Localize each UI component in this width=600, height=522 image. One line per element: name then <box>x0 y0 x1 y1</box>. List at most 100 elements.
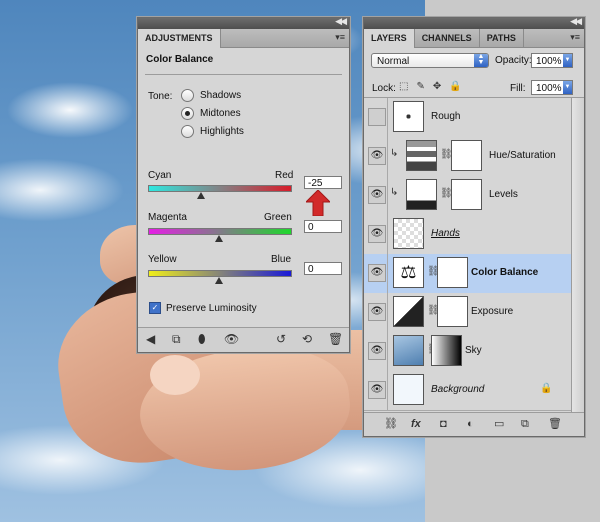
tone-midtones[interactable]: Midtones <box>181 107 241 120</box>
opacity-field[interactable]: 100% ▼ <box>531 53 573 68</box>
layer-name: Color Balance <box>471 267 539 278</box>
eye-icon[interactable]: 👁 <box>368 186 386 204</box>
levels-icon <box>406 179 437 210</box>
divider <box>145 74 342 75</box>
eye-icon[interactable]: 👁 <box>368 147 386 165</box>
fill-field[interactable]: 100% ▼ <box>531 80 573 95</box>
tab-layers[interactable]: LAYERS <box>364 29 415 48</box>
radio-button[interactable] <box>181 107 194 120</box>
layer-name: Levels <box>489 189 518 200</box>
lock-icons: ⬚ ✎ ✥ 🔒 <box>399 81 462 92</box>
new-group-icon[interactable]: ▭ <box>494 417 504 431</box>
adjustments-footer: ◀ ⧉ ⬮ 👁 ↺ ⟲ 🗑 <box>138 327 349 352</box>
cyan-red-value-field[interactable]: -25 <box>304 176 342 189</box>
reset-icon[interactable]: ⟲ <box>302 332 312 346</box>
preserve-luminosity-checkbox[interactable]: ✓ Preserve Luminosity <box>149 302 257 314</box>
trash-icon[interactable]: 🗑 <box>548 417 562 431</box>
clip-layer-icon[interactable]: ⬮ <box>198 332 206 346</box>
expand-view-icon[interactable]: ⧉ <box>172 332 181 346</box>
magenta-green-slider-track[interactable] <box>148 228 292 235</box>
eye-icon[interactable]: 👁 <box>368 264 386 282</box>
visibility-toggle[interactable]: 👁 <box>368 108 386 126</box>
layers-scrollbar[interactable] <box>571 98 584 412</box>
slider-thumb[interactable] <box>197 192 206 199</box>
lock-transparency-icon[interactable]: ⬚ <box>399 81 408 92</box>
opacity-label: Opacity: <box>495 55 532 66</box>
panel-menu-icon[interactable]: ▾≡ <box>570 32 580 43</box>
panel-titlebar[interactable]: ◀◀ <box>364 16 584 29</box>
layer-row-hue-saturation[interactable]: 👁 ↳ ⛓ Hue/Saturation <box>364 137 571 177</box>
tab-channels[interactable]: CHANNELS <box>415 29 480 47</box>
layer-row-exposure[interactable]: 👁 ⛓ Exposure <box>364 293 571 333</box>
lock-label: Lock: <box>372 83 396 94</box>
yellow-blue-value-field[interactable]: 0 <box>304 262 342 275</box>
layer-mask-thumbnail <box>431 335 462 366</box>
collapse-icon[interactable]: ◀◀ <box>335 16 347 27</box>
chevron-updown-icon[interactable]: ▲ ▼ <box>474 53 488 67</box>
layer-row-hands[interactable]: 👁 Hands <box>364 215 571 255</box>
checkmark-icon[interactable]: ✓ <box>149 302 161 314</box>
layer-name: Exposure <box>471 306 514 317</box>
fx-icon[interactable]: fx <box>411 417 421 431</box>
lock-pixels-icon[interactable]: ✎ <box>416 81 424 92</box>
clipping-arrow-icon: ↳ <box>390 187 399 198</box>
layers-tab-row: LAYERS CHANNELS PATHS ▾≡ <box>364 29 584 48</box>
new-layer-icon[interactable]: ⧉ <box>521 417 529 431</box>
panel-menu-icon[interactable]: ▾≡ <box>335 32 345 43</box>
slider-thumb[interactable] <box>215 235 223 242</box>
back-arrow-icon[interactable]: ◀ <box>146 332 155 346</box>
lock-icon: 🔒 <box>540 383 553 394</box>
tone-shadows[interactable]: Shadows <box>181 89 241 102</box>
eye-icon[interactable]: 👁 <box>368 381 386 399</box>
radio-button[interactable] <box>181 89 194 102</box>
layer-row-rough[interactable]: 👁 Rough <box>364 98 571 138</box>
color-balance-icon: ⚖ <box>393 257 424 288</box>
panel-titlebar[interactable]: ◀◀ <box>138 16 349 29</box>
cyan-red-slider-track[interactable] <box>148 185 292 192</box>
collapse-icon[interactable]: ◀◀ <box>570 16 582 27</box>
previous-state-icon[interactable]: ↺ <box>276 332 286 346</box>
divider <box>387 137 388 176</box>
tab-paths[interactable]: PATHS <box>480 29 524 47</box>
slider-right-label: Green <box>264 212 292 223</box>
adjustment-title: Color Balance <box>146 54 214 65</box>
slider-thumb[interactable] <box>215 277 223 284</box>
layer-row-background[interactable]: 👁 Background 🔒 <box>364 371 571 411</box>
layer-mask-thumbnail <box>451 179 482 210</box>
new-adjustment-icon[interactable]: ◐ <box>467 417 474 431</box>
add-mask-icon[interactable]: ◘ <box>440 417 447 431</box>
divider <box>387 254 388 293</box>
tab-adjustments[interactable]: ADJUSTMENTS <box>138 29 221 48</box>
slider-left-label: Cyan <box>148 170 172 181</box>
link-layers-icon[interactable]: ⛓ <box>384 417 398 431</box>
thumb <box>150 355 200 395</box>
eye-icon[interactable]: 👁 <box>368 225 386 243</box>
adjustments-tab-row: ADJUSTMENTS ▾≡ <box>138 29 349 48</box>
eye-icon[interactable]: 👁 <box>368 342 386 360</box>
layer-row-levels[interactable]: 👁 ↳ ⛓ Levels <box>364 176 571 216</box>
eye-icon[interactable]: 👁 <box>224 332 239 346</box>
layer-thumbnail <box>393 218 424 249</box>
lock-all-icon[interactable]: 🔒 <box>449 81 461 92</box>
blend-mode-select[interactable]: Normal ▲ ▼ <box>371 53 489 68</box>
eye-icon[interactable]: 👁 <box>368 303 386 321</box>
divider <box>387 215 388 254</box>
layers-panel: ◀◀ LAYERS CHANNELS PATHS ▾≡ Normal ▲ ▼ Op… <box>363 16 585 437</box>
chevron-down-icon[interactable]: ▼ <box>563 54 572 67</box>
layer-row-color-balance[interactable]: 👁 ⚖ ⛓ Color Balance <box>364 254 571 294</box>
trash-icon[interactable]: 🗑 <box>328 332 343 346</box>
layer-name: Hands <box>431 228 460 239</box>
chevron-down-icon[interactable]: ▼ <box>563 81 572 94</box>
layer-thumbnail <box>393 374 424 405</box>
lock-position-icon[interactable]: ✥ <box>433 81 441 92</box>
layer-row-sky[interactable]: 👁 ⛓ Sky <box>364 332 571 372</box>
layer-thumbnail <box>393 101 424 132</box>
divider <box>387 98 388 137</box>
magenta-green-value-field[interactable]: 0 <box>304 220 342 233</box>
radio-button[interactable] <box>181 125 194 138</box>
hue-saturation-icon <box>406 140 437 171</box>
yellow-blue-slider-track[interactable] <box>148 270 292 277</box>
tone-highlights[interactable]: Highlights <box>181 125 244 138</box>
divider <box>387 176 388 215</box>
clipping-arrow-icon: ↳ <box>390 148 399 159</box>
